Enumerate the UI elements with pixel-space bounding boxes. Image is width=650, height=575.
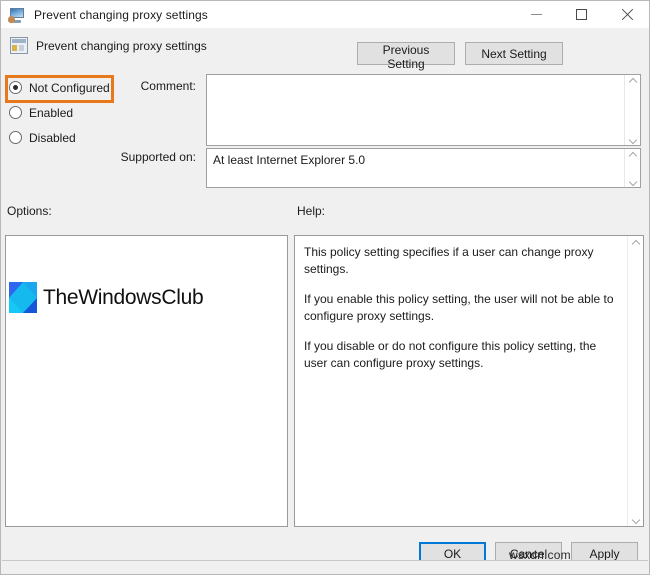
- chevron-up-icon[interactable]: [632, 239, 640, 247]
- chevron-down-icon[interactable]: [632, 515, 640, 523]
- options-panel: [5, 235, 288, 527]
- radio-label-enabled: Enabled: [29, 105, 74, 120]
- comment-label: Comment:: [140, 79, 196, 93]
- chevron-up-icon[interactable]: [629, 151, 637, 159]
- watermark-branding: TheWindowsClub: [9, 282, 204, 313]
- radio-icon-empty: [9, 131, 22, 144]
- supported-on-textarea[interactable]: At least Internet Explorer 5.0: [206, 148, 641, 188]
- radio-label-disabled: Disabled: [29, 130, 76, 145]
- help-panel: This policy setting specifies if a user …: [294, 235, 644, 527]
- chevron-up-icon[interactable]: [629, 77, 637, 85]
- minimize-icon: [531, 14, 542, 15]
- policy-name-label: Prevent changing proxy settings: [36, 38, 207, 53]
- chevron-down-icon[interactable]: [629, 135, 637, 143]
- close-button[interactable]: [604, 1, 649, 28]
- monitor-icon: [8, 7, 26, 23]
- setting-navigation: Previous Setting Next Setting: [357, 42, 563, 71]
- comment-value: [207, 75, 624, 145]
- thewindowsclub-logo-icon: [9, 282, 37, 313]
- supported-on-value: At least Internet Explorer 5.0: [213, 153, 366, 167]
- radio-icon-empty: [9, 106, 22, 119]
- next-setting-button[interactable]: Next Setting: [465, 42, 563, 65]
- options-section-label: Options:: [7, 204, 52, 218]
- comment-textarea[interactable]: [206, 74, 641, 146]
- maximize-icon: [576, 9, 587, 20]
- help-section-label: Help:: [297, 204, 326, 218]
- group-policy-setting-dialog: Prevent changing proxy settings Prevent …: [0, 0, 650, 575]
- help-paragraph-1: This policy setting specifies if a user …: [304, 245, 594, 276]
- radio-enabled[interactable]: Enabled: [9, 103, 119, 122]
- supported-on-label: Supported on:: [120, 150, 196, 164]
- radio-disabled[interactable]: Disabled: [9, 128, 119, 147]
- policy-setting-icon: [10, 37, 28, 54]
- title-bar: Prevent changing proxy settings: [1, 1, 649, 28]
- help-scrollbar[interactable]: [627, 236, 643, 526]
- previous-setting-button[interactable]: Previous Setting: [357, 42, 455, 71]
- radio-label-not-configured: Not Configured: [29, 80, 110, 95]
- help-text-content: This policy setting specifies if a user …: [295, 236, 627, 526]
- chevron-down-icon[interactable]: [629, 177, 637, 185]
- help-paragraph-2: If you enable this policy setting, the u…: [304, 292, 614, 323]
- help-paragraph-3: If you disable or do not configure this …: [304, 339, 597, 370]
- comment-scrollbar[interactable]: [624, 75, 640, 145]
- window-title: Prevent changing proxy settings: [34, 7, 208, 22]
- page-bottom-strip: [2, 560, 648, 574]
- window-controls: [514, 1, 649, 28]
- minimize-button[interactable]: [514, 1, 559, 28]
- close-icon: [621, 9, 633, 21]
- radio-icon-selected: [9, 81, 22, 94]
- maximize-button[interactable]: [559, 1, 604, 28]
- supported-on-scrollbar[interactable]: [624, 149, 640, 187]
- watermark-brand-text: TheWindowsClub: [43, 285, 204, 309]
